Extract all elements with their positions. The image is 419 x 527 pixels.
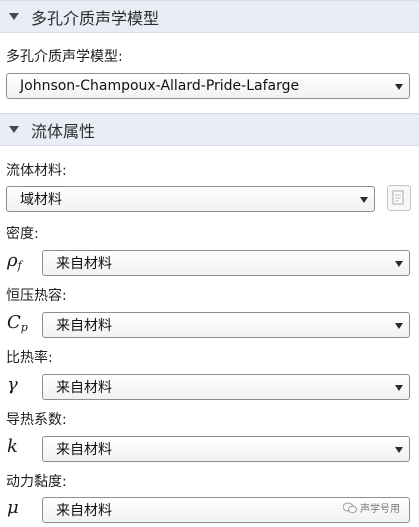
heat-capacity-symbol: Cp	[7, 312, 28, 334]
heat-capacity-select[interactable]: 来自材料	[42, 312, 410, 338]
chevron-down-icon	[395, 84, 403, 90]
section-title: 多孔介质声学模型	[31, 8, 160, 28]
chevron-down-icon	[395, 323, 403, 329]
collapse-triangle-icon[interactable]	[9, 126, 19, 133]
watermark-text: 声学号用	[360, 504, 400, 515]
density-select[interactable]: 来自材料	[42, 250, 410, 276]
heat-ratio-label: 比热率:	[6, 350, 53, 366]
density-label: 密度:	[6, 226, 39, 242]
porous-model-value: Johnson-Champoux-Allard-Pride-Lafarge	[20, 78, 300, 94]
section-title: 流体属性	[31, 121, 96, 141]
heat-capacity-label: 恒压热容:	[6, 288, 67, 304]
thermal-conductivity-select[interactable]: 来自材料	[42, 436, 410, 462]
fluid-material-select[interactable]: 域材料	[6, 186, 375, 212]
heat-capacity-value: 来自材料	[56, 318, 112, 334]
chevron-down-icon	[395, 261, 403, 267]
watermark: 声学号用	[343, 500, 400, 515]
material-browse-button[interactable]	[387, 185, 411, 211]
fluid-material-value: 域材料	[20, 192, 62, 208]
heat-ratio-value: 来自材料	[56, 380, 112, 396]
chevron-down-icon	[395, 385, 403, 391]
section-header-fluid-properties[interactable]: 流体属性	[0, 113, 419, 146]
heat-ratio-symbol: γ	[7, 374, 18, 395]
document-icon	[392, 190, 404, 205]
porous-model-select[interactable]: Johnson-Champoux-Allard-Pride-Lafarge	[6, 73, 410, 99]
collapse-triangle-icon[interactable]	[9, 13, 19, 20]
thermal-conductivity-value: 来自材料	[56, 442, 112, 458]
chevron-down-icon	[395, 447, 403, 453]
density-symbol: ρf	[7, 250, 22, 272]
dynamic-viscosity-value: 来自材料	[56, 503, 112, 519]
thermal-conductivity-symbol: k	[7, 436, 18, 457]
heat-ratio-select[interactable]: 来自材料	[42, 374, 410, 400]
dynamic-viscosity-symbol: μ	[7, 497, 19, 518]
thermal-conductivity-label: 导热系数:	[6, 412, 67, 428]
fluid-material-label: 流体材料:	[6, 163, 67, 179]
porous-model-label: 多孔介质声学模型:	[6, 49, 123, 65]
section-header-porous-model[interactable]: 多孔介质声学模型	[0, 0, 419, 33]
wechat-icon	[343, 502, 357, 513]
density-value: 来自材料	[56, 256, 112, 272]
chevron-down-icon	[360, 197, 368, 203]
dynamic-viscosity-label: 动力黏度:	[6, 474, 67, 490]
